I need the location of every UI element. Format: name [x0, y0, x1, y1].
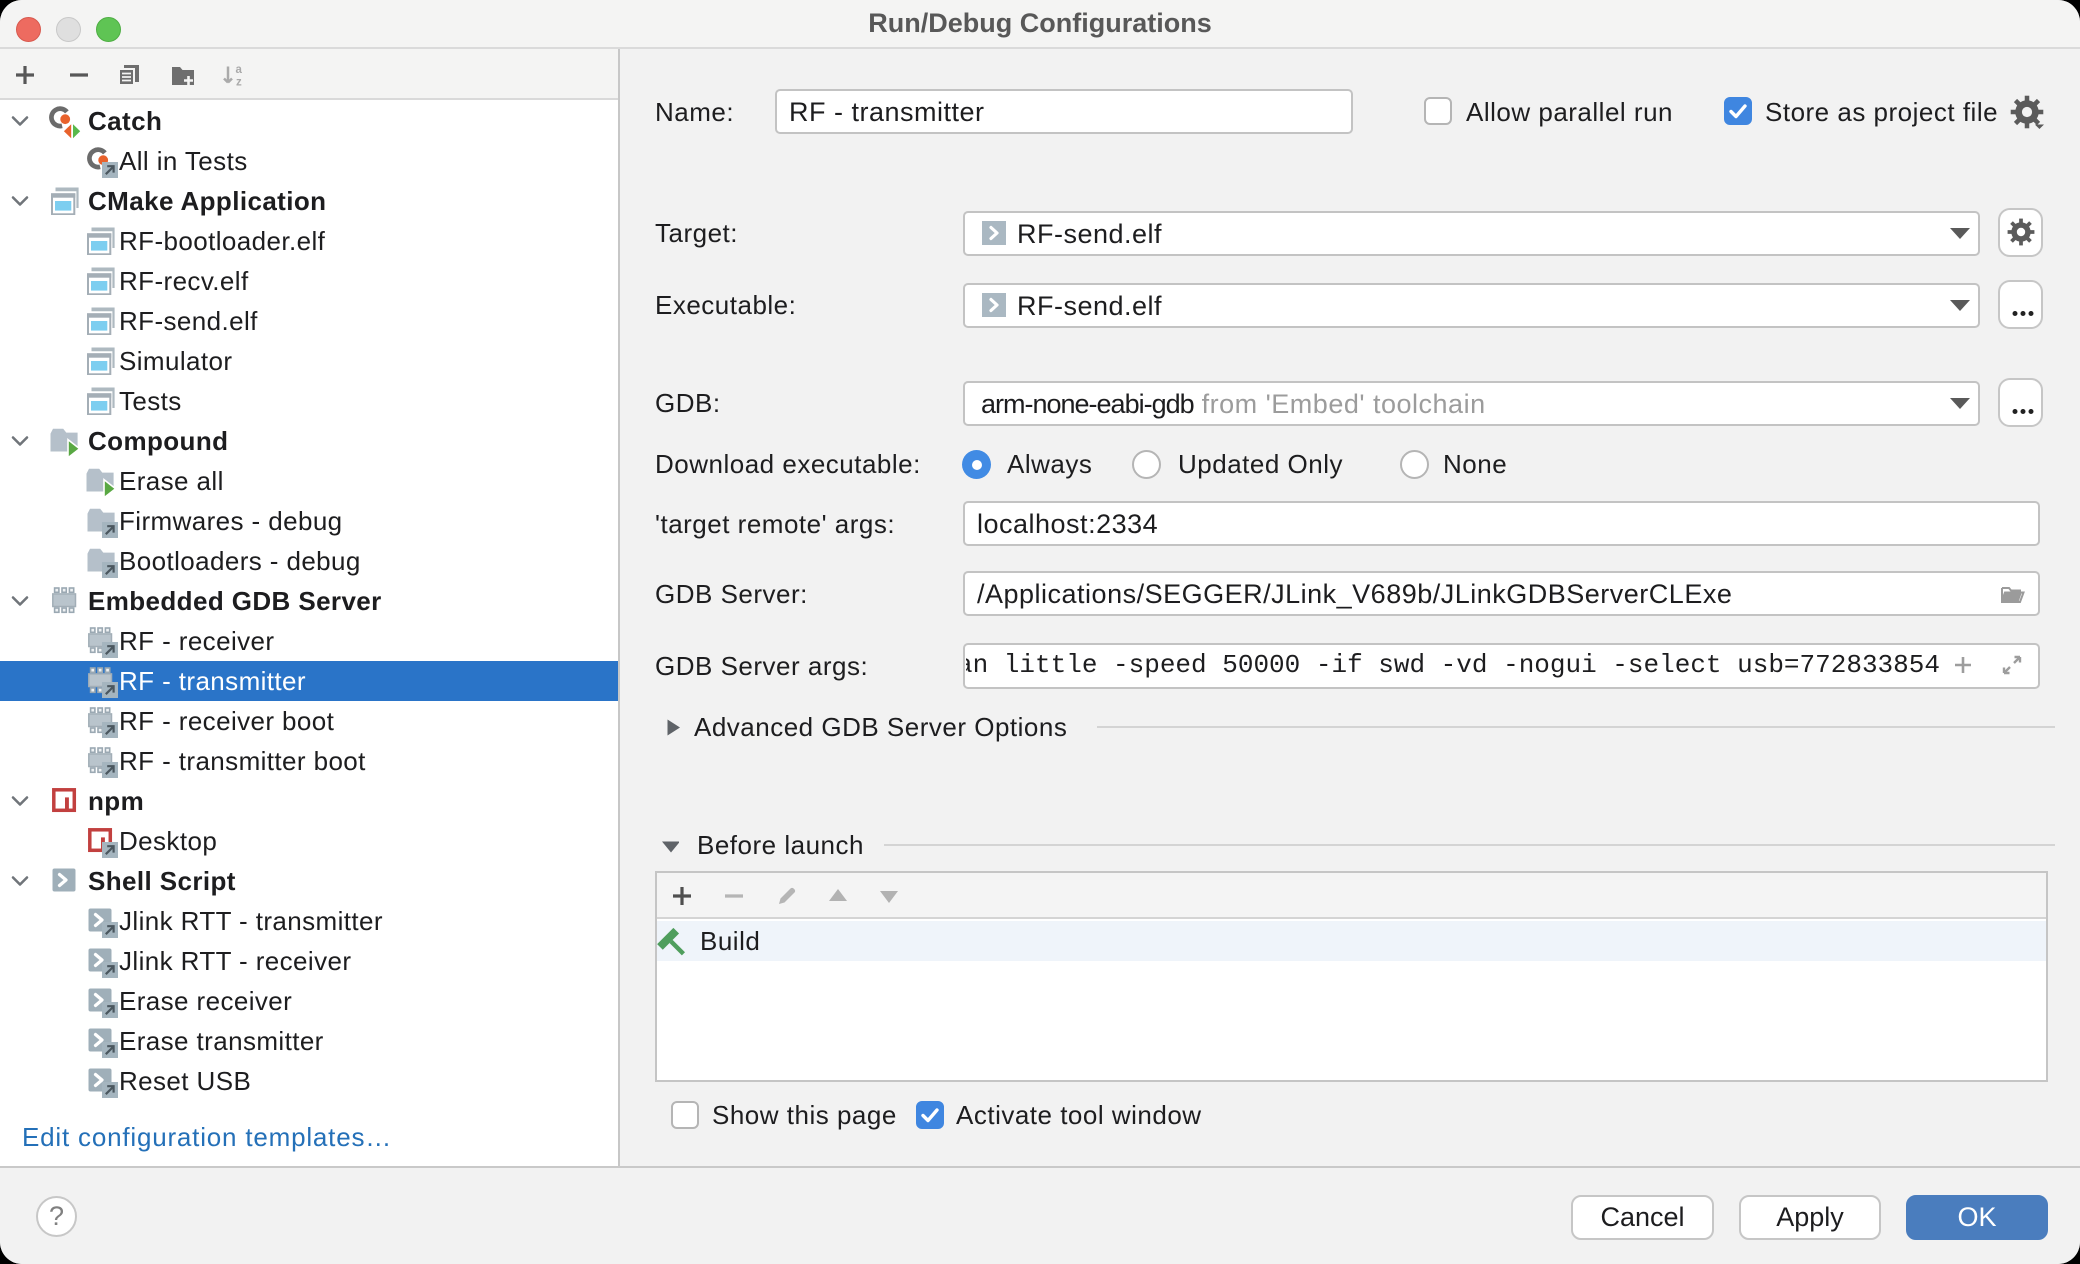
svg-text:z: z [236, 77, 242, 88]
svg-text:a: a [236, 64, 243, 76]
